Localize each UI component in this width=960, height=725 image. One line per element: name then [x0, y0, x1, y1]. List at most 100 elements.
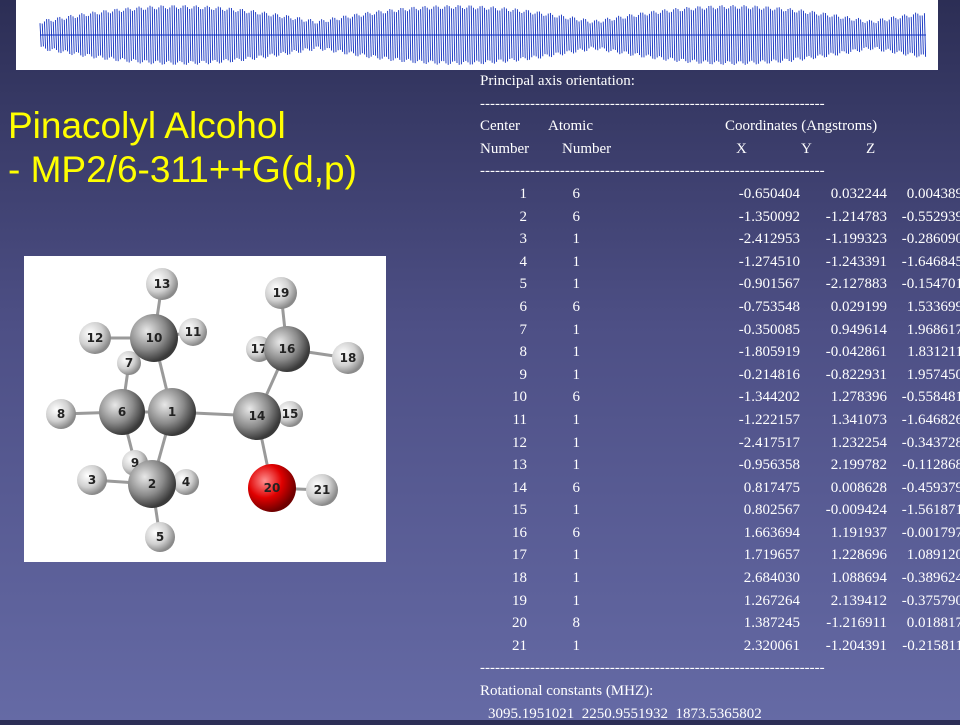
row-x-coordinate: -1.344202 [738, 389, 800, 406]
row-z-coordinate: -0.389624 [901, 570, 960, 587]
separator-bottom: ----------------------------------------… [480, 660, 825, 677]
row-y-coordinate: 2.199782 [830, 457, 887, 474]
row-x-coordinate: -0.350085 [738, 321, 800, 338]
atom-label: 10 [146, 331, 163, 345]
title-line-1: Pinacolyl Alcohol [8, 105, 286, 146]
row-y-coordinate: 1.088694 [830, 570, 887, 587]
coordinate-row: 7 1 -0.350085 0.949614 1.968617 [480, 319, 960, 342]
row-z-coordinate: 0.018817 [906, 615, 960, 632]
row-atomic-number: 6 [572, 389, 581, 406]
coordinate-row: 20 8 1.387245 -1.216911 0.018817 [480, 612, 960, 635]
atom-18-hydrogen: 18 [332, 342, 364, 374]
row-y-coordinate: 1.191937 [830, 524, 887, 541]
coordinate-row: 16 6 1.663694 1.191937 -0.001797 [480, 522, 960, 545]
atom-label: 1 [168, 405, 176, 419]
separator-top: ----------------------------------------… [480, 95, 825, 112]
row-x-coordinate: -0.214816 [738, 366, 800, 383]
orientation-heading: Principal axis orientation: [480, 73, 635, 89]
atom-19-hydrogen: 19 [265, 277, 297, 309]
atom-4-hydrogen: 4 [173, 469, 199, 495]
header-coordinates: Coordinates (Angstroms) [725, 118, 878, 135]
row-atomic-number: 1 [572, 637, 581, 654]
coordinate-row: 1 6 -0.650404 0.032244 0.004389 [480, 183, 960, 206]
row-center-number: 17 [512, 547, 527, 564]
row-y-coordinate: -1.204391 [825, 637, 887, 654]
row-atomic-number: 1 [572, 231, 581, 248]
row-y-coordinate: 1.278396 [830, 389, 887, 406]
row-center-number: 21 [512, 637, 527, 654]
row-atomic-number: 8 [572, 615, 581, 632]
row-atomic-number: 1 [572, 570, 581, 587]
header-center: Center [480, 118, 520, 135]
atom-16-carbon: 16 [264, 326, 310, 372]
gaussian-output: Principal axis orientation: ------------… [480, 70, 960, 725]
row-z-coordinate: 1.831211 [907, 344, 960, 361]
row-center-number: 11 [512, 411, 527, 428]
row-center-number: 15 [512, 502, 527, 519]
coordinate-row: 5 1 -0.901567 -2.127883 -0.154701 [480, 273, 960, 296]
row-x-coordinate: -1.274510 [738, 253, 800, 270]
row-center-number: 3 [519, 231, 528, 248]
separator-mid: ----------------------------------------… [480, 163, 825, 180]
row-z-coordinate: -1.646826 [901, 411, 960, 428]
atom-label: 18 [340, 351, 357, 365]
wave-pattern-graphic [39, 4, 927, 66]
wave-banner [16, 0, 938, 70]
atom-20-oxygen: 20 [248, 464, 296, 512]
row-y-coordinate: -1.214783 [825, 208, 887, 225]
row-atomic-number: 1 [572, 434, 581, 451]
row-y-coordinate: -0.042861 [825, 344, 887, 361]
atom-label: 16 [279, 342, 296, 356]
row-x-coordinate: 2.684030 [743, 570, 800, 587]
row-atomic-number: 1 [572, 411, 581, 428]
row-center-number: 5 [519, 276, 528, 293]
rotational-constants-values: 3095.1951021 2250.9551932 1873.5365802 [488, 705, 762, 722]
row-atomic-number: 6 [572, 479, 581, 496]
atom-11-hydrogen: 11 [179, 318, 207, 346]
row-z-coordinate: -0.112868 [902, 457, 960, 474]
atom-13-hydrogen: 13 [146, 268, 178, 300]
row-z-coordinate: -0.558481 [901, 389, 960, 406]
atom-label: 15 [282, 407, 299, 421]
row-x-coordinate: -0.901567 [738, 276, 800, 293]
row-atomic-number: 6 [572, 524, 581, 541]
coordinate-row: 17 1 1.719657 1.228696 1.089120 [480, 544, 960, 567]
coordinate-row: 15 1 0.802567 -0.009424 -1.561871 [480, 499, 960, 522]
row-center-number: 20 [512, 615, 527, 632]
row-atomic-number: 6 [572, 208, 581, 225]
row-y-coordinate: 1.232254 [830, 434, 887, 451]
row-x-coordinate: -2.412953 [738, 231, 800, 248]
row-x-coordinate: -2.417517 [738, 434, 800, 451]
atom-label: 3 [88, 473, 96, 487]
row-atomic-number: 1 [572, 344, 581, 361]
atom-label: 6 [118, 405, 126, 419]
column-header-row-2: Number Number X Y Z [480, 138, 950, 161]
atom-12-hydrogen: 12 [79, 322, 111, 354]
row-atomic-number: 1 [572, 366, 581, 383]
atom-3-hydrogen: 3 [77, 465, 107, 495]
atom-14-carbon: 14 [233, 392, 281, 440]
rotational-constants-heading: Rotational constants (MHZ): [480, 683, 654, 700]
row-z-coordinate: -0.286090 [901, 231, 960, 248]
row-z-coordinate: -0.375790 [901, 592, 960, 609]
atom-2-carbon: 2 [128, 460, 176, 508]
atom-label: 8 [57, 407, 65, 421]
row-x-coordinate: 0.817475 [743, 479, 800, 496]
atom-6-carbon: 6 [99, 389, 145, 435]
row-x-coordinate: 0.802567 [743, 502, 800, 519]
atom-label: 12 [87, 331, 104, 345]
coordinate-row: 21 1 2.320061 -1.204391 -0.215811 [480, 635, 960, 658]
header-y: Y [801, 140, 812, 157]
row-center-number: 19 [512, 592, 527, 609]
row-z-coordinate: 0.004389 [906, 185, 960, 202]
row-center-number: 4 [519, 253, 528, 270]
row-center-number: 9 [519, 366, 528, 383]
row-z-coordinate: -0.215811 [902, 637, 960, 654]
title-line-2: - MP2/6-311++G(d,p) [8, 149, 357, 190]
row-x-coordinate: -1.805919 [738, 344, 800, 361]
coordinate-row: 2 6 -1.350092 -1.214783 -0.552939 [480, 206, 960, 229]
row-atomic-number: 1 [572, 253, 581, 270]
row-center-number: 12 [512, 434, 527, 451]
row-y-coordinate: -0.822931 [825, 366, 887, 383]
coordinate-row: 14 6 0.817475 0.008628 -0.459379 [480, 477, 960, 500]
